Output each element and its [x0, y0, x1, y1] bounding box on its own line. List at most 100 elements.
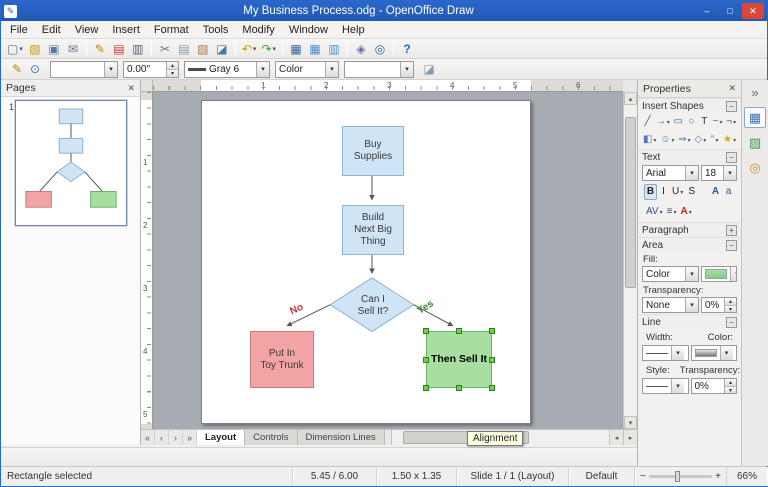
- dropdown-arrow-icon[interactable]: ▾: [733, 119, 736, 126]
- new-document-icon[interactable]: ▢ ▾: [5, 40, 25, 58]
- scroll-up-icon[interactable]: ▴: [624, 92, 637, 105]
- dropdown-arrow-icon[interactable]: ▾: [325, 61, 338, 77]
- horizontal-ruler[interactable]: 1 2 3 4 5 6: [153, 80, 623, 92]
- glue-points-icon[interactable]: ⊙: [26, 60, 44, 78]
- properties-tab-icon[interactable]: ▦: [744, 107, 766, 128]
- dropdown-arrow-icon[interactable]: ▾: [703, 137, 706, 144]
- selection-handle[interactable]: [423, 328, 429, 334]
- selection-handle[interactable]: [423, 385, 429, 391]
- line-icon[interactable]: ╱: [641, 114, 654, 130]
- menu-file[interactable]: File: [3, 23, 35, 37]
- page-style[interactable]: Default: [569, 467, 635, 486]
- menu-window[interactable]: Window: [282, 23, 335, 37]
- character-spacing-icon[interactable]: AV ▾: [644, 204, 665, 220]
- fill-color-select[interactable]: ▾: [701, 266, 737, 282]
- sidebar-collapse-icon[interactable]: »: [744, 82, 766, 103]
- lines-arrows-icon[interactable]: → ▾: [654, 114, 672, 130]
- undo-icon[interactable]: ↶ ▾: [240, 40, 259, 58]
- dropdown-arrow-icon[interactable]: ▾: [719, 346, 733, 360]
- selection-handle[interactable]: [423, 356, 429, 363]
- area-style-select[interactable]: Color ▾: [275, 60, 339, 78]
- spin-down-icon[interactable]: ▾: [167, 69, 178, 77]
- line-width-select[interactable]: ▾: [642, 345, 689, 361]
- next-page-button[interactable]: ›: [169, 430, 183, 445]
- menu-view[interactable]: View: [68, 23, 106, 37]
- dropdown-arrow-icon[interactable]: ▾: [273, 45, 277, 53]
- ellipse-icon[interactable]: ○: [685, 114, 698, 130]
- font-size-select[interactable]: 18 ▾: [701, 165, 737, 181]
- spinner-buttons[interactable]: ▴ ▾: [724, 379, 736, 393]
- menu-edit[interactable]: Edit: [35, 23, 68, 37]
- decrease-font-icon[interactable]: a: [722, 184, 735, 200]
- symbol-shapes-icon[interactable]: ☺ ▾: [658, 132, 676, 148]
- rectangle-icon[interactable]: ▭: [672, 114, 685, 130]
- underline-button[interactable]: U ▾: [670, 184, 685, 200]
- spin-down-icon[interactable]: ▾: [725, 306, 736, 312]
- line-color-select-sidebar[interactable]: ▾: [690, 345, 737, 361]
- selection-handle[interactable]: [489, 328, 495, 334]
- collapse-toggle-icon[interactable]: −: [726, 317, 737, 328]
- format-paintbrush-icon[interactable]: ◪: [213, 40, 231, 58]
- helplines-icon[interactable]: ▥: [325, 40, 343, 58]
- vertical-scrollbar[interactable]: ▴ ▾: [623, 92, 637, 429]
- gallery-tab-icon[interactable]: ▨: [744, 132, 766, 153]
- menu-insert[interactable]: Insert: [105, 23, 147, 37]
- line-transparency-spinner[interactable]: 0% ▴ ▾: [690, 378, 737, 394]
- tab-controls[interactable]: Controls: [245, 430, 298, 445]
- dropdown-arrow-icon[interactable]: ▾: [660, 209, 663, 216]
- menu-modify[interactable]: Modify: [235, 23, 281, 37]
- connector-icon[interactable]: ¬ ▾: [724, 114, 738, 130]
- spinner-buttons[interactable]: ▴ ▾: [166, 61, 178, 77]
- stars-icon[interactable]: ★ ▾: [721, 132, 738, 148]
- dropdown-arrow-icon[interactable]: ▾: [723, 166, 736, 180]
- previous-page-button[interactable]: ‹: [155, 430, 169, 445]
- cut-icon[interactable]: ✂: [156, 40, 174, 58]
- spin-down-icon[interactable]: ▾: [725, 387, 736, 393]
- spin-up-icon[interactable]: ▴: [725, 379, 736, 387]
- drawing-viewport[interactable]: Buy Supplies Build Next Big Thing Can I …: [153, 92, 623, 429]
- zoom-out-icon[interactable]: −: [640, 471, 646, 482]
- dropdown-arrow-icon[interactable]: ▾: [689, 209, 692, 216]
- expand-toggle-icon[interactable]: +: [726, 225, 737, 236]
- zoom-slider[interactable]: − +: [635, 467, 727, 486]
- dropdown-arrow-icon[interactable]: ▾: [671, 379, 684, 393]
- minimize-button[interactable]: –: [696, 3, 718, 19]
- dropdown-arrow-icon[interactable]: ▾: [720, 119, 723, 126]
- line-style-select[interactable]: ▾: [50, 60, 118, 78]
- flowchart-node-then-sell-it[interactable]: Then Sell It: [423, 328, 495, 391]
- help-icon[interactable]: ?: [398, 40, 416, 58]
- dropdown-arrow-icon[interactable]: ▾: [400, 61, 413, 77]
- zoom-track[interactable]: [648, 471, 713, 482]
- navigator-tab-icon[interactable]: ◎: [744, 157, 766, 178]
- section-text[interactable]: Text −: [638, 149, 741, 164]
- selection-handle[interactable]: [489, 385, 495, 391]
- close-button[interactable]: ✕: [742, 3, 764, 19]
- dropdown-arrow-icon[interactable]: ▾: [685, 166, 698, 180]
- save-icon[interactable]: ▣: [45, 40, 63, 58]
- collapse-toggle-icon[interactable]: −: [726, 152, 737, 163]
- flowchart-node-can-i-sell-it[interactable]: Can I Sell It?: [341, 291, 405, 321]
- menu-tools[interactable]: Tools: [196, 23, 236, 37]
- dropdown-arrow-icon[interactable]: ▾: [653, 137, 656, 144]
- spin-up-icon[interactable]: ▴: [725, 298, 736, 306]
- scroll-right-icon[interactable]: ▸: [623, 430, 637, 445]
- dropdown-arrow-icon[interactable]: ▾: [685, 298, 698, 312]
- selection-handle[interactable]: [489, 356, 495, 363]
- zoom-thumb[interactable]: [675, 471, 681, 482]
- menu-help[interactable]: Help: [335, 23, 372, 37]
- last-page-button[interactable]: »: [183, 430, 197, 445]
- scroll-down-icon[interactable]: ▾: [624, 416, 637, 429]
- flowchart-node-build-next-big-thing[interactable]: Build Next Big Thing: [342, 205, 404, 255]
- spin-up-icon[interactable]: ▴: [167, 61, 178, 70]
- display-grid-icon[interactable]: ▦: [306, 40, 324, 58]
- block-arrows-icon[interactable]: ⇒ ▾: [676, 132, 692, 148]
- export-pdf-icon[interactable]: ▤: [110, 40, 128, 58]
- shadow-icon[interactable]: ◪: [420, 60, 438, 78]
- first-page-button[interactable]: «: [141, 430, 155, 445]
- dropdown-arrow-icon[interactable]: ▾: [715, 137, 718, 144]
- tab-dimension-lines[interactable]: Dimension Lines: [297, 430, 385, 445]
- collapse-toggle-icon[interactable]: −: [726, 101, 737, 112]
- dropdown-arrow-icon[interactable]: ▾: [671, 346, 684, 360]
- maximize-button[interactable]: □: [719, 3, 741, 19]
- navigator-icon[interactable]: ◈: [352, 40, 370, 58]
